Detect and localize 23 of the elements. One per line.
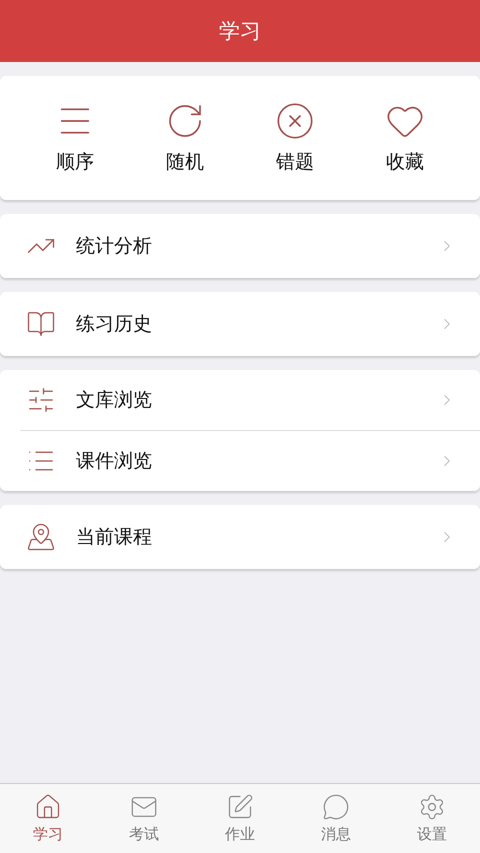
edit-icon bbox=[226, 793, 254, 821]
tab[interactable]: 消息 bbox=[288, 784, 384, 853]
page-title: 学习 bbox=[219, 18, 261, 45]
menu-item[interactable]: 练习历史 bbox=[0, 292, 480, 356]
map-icon bbox=[26, 522, 56, 552]
book-icon bbox=[26, 309, 56, 339]
sliders-icon bbox=[26, 385, 56, 415]
quick-action-button[interactable]: 收藏 bbox=[385, 101, 425, 175]
home-icon bbox=[34, 793, 62, 821]
menu-item[interactable]: 当前课程 bbox=[0, 505, 480, 569]
quick-action-button[interactable]: 顺序 bbox=[55, 101, 95, 175]
menu-item[interactable]: 统计分析 bbox=[0, 214, 480, 278]
tab[interactable]: 作业 bbox=[192, 784, 288, 853]
tab[interactable]: 设置 bbox=[384, 784, 480, 853]
menu-item[interactable]: 课件浏览 bbox=[0, 431, 480, 491]
close-circle-icon bbox=[275, 101, 315, 141]
chat-icon bbox=[322, 793, 350, 821]
tab[interactable]: 学习 bbox=[0, 784, 96, 853]
quick-action-button[interactable]: 随机 bbox=[165, 101, 205, 175]
settings-icon bbox=[418, 793, 446, 821]
quick-action-button[interactable]: 错题 bbox=[275, 101, 315, 175]
tab[interactable]: 考试 bbox=[96, 784, 192, 853]
menu-item[interactable]: 文库浏览 bbox=[0, 370, 480, 430]
